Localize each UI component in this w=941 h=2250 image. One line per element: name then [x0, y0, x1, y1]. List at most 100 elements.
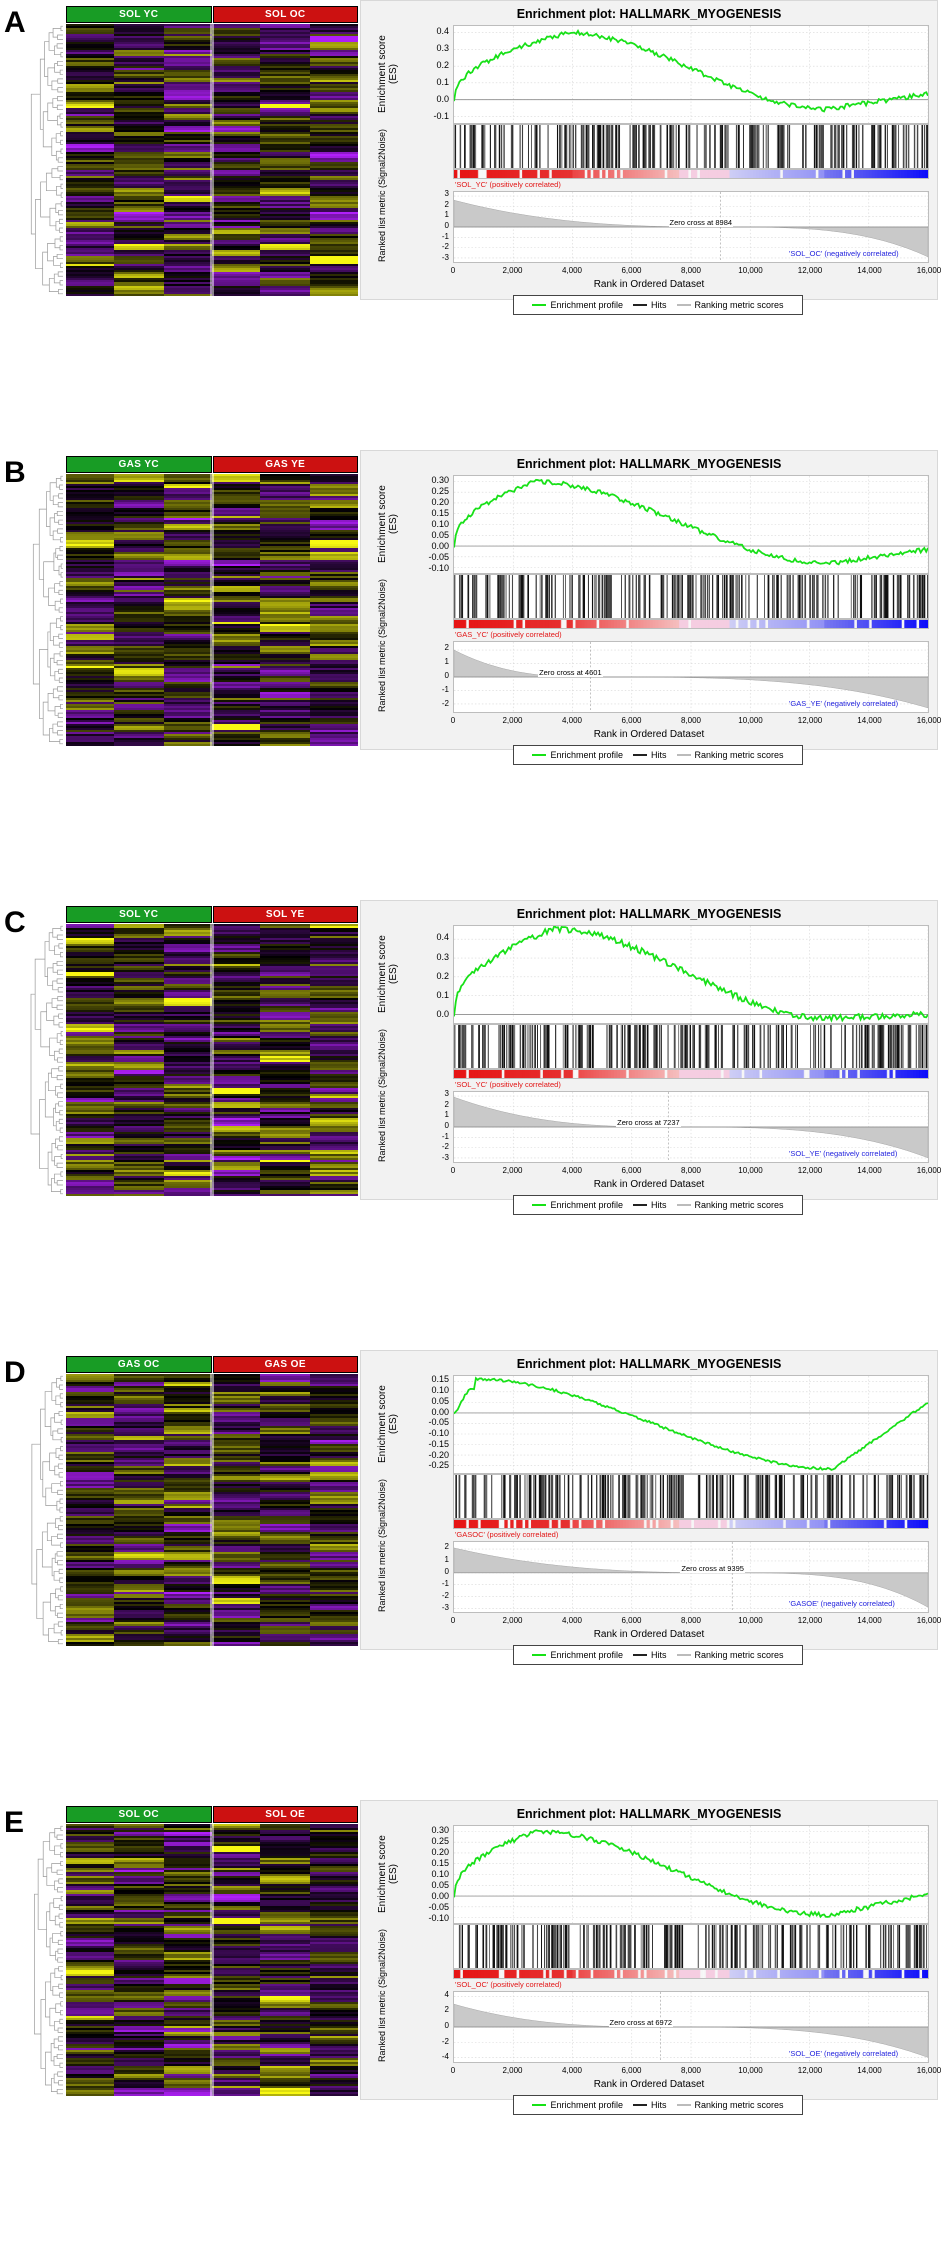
- group-label-left: GAS OC: [66, 1356, 212, 1373]
- rank-metric-axis-label: Ranked list metric (Signal2Noise): [377, 578, 387, 713]
- heatmap-group-headers: SOL OC SOL OE: [66, 1806, 358, 1823]
- x-axis-tick: 16,000: [916, 1616, 941, 1625]
- enrichment-score-plot: [453, 1825, 929, 1924]
- x-axis-tick: 16,000: [916, 2066, 941, 2075]
- zero-cross-annotation: Zero cross at 6972: [608, 2018, 674, 2027]
- es-y-tick: 0.25: [431, 485, 449, 496]
- legend-swatch-hits: [633, 754, 647, 756]
- gsea-title: Enrichment plot: HALLMARK_MYOGENESIS: [516, 1357, 782, 1371]
- x-axis-tick: 12,000: [797, 716, 823, 725]
- x-axis-tick: 10,000: [738, 266, 763, 275]
- rank-y-tick: 1: [444, 210, 449, 220]
- heatmap: SOL OCSOL OE210-1-2: [30, 1806, 376, 2096]
- es-y-tick: 0.05: [431, 529, 449, 540]
- es-y-tick: -0.05: [428, 1417, 449, 1428]
- rank-y-tick: 1: [444, 1554, 449, 1564]
- legend-label: Ranking metric scores: [694, 750, 784, 760]
- rank-y-tick: 2: [444, 643, 449, 653]
- es-y-tick: 0.4: [436, 25, 449, 36]
- legend-label: Enrichment profile: [550, 2100, 623, 2110]
- x-axis-label: Rank in Ordered Dataset: [593, 279, 705, 290]
- positive-correlation-label: 'GAS_YC' (positively correlated): [455, 630, 562, 639]
- correlation-color-bar: [453, 1519, 929, 1529]
- enrichment-score-plot: [453, 475, 929, 574]
- legend-item: Hits: [633, 300, 667, 310]
- legend-item: Enrichment profile: [532, 300, 623, 310]
- heatmap-group-headers: GAS YC GAS YE: [66, 456, 358, 473]
- gsea-plot: Enrichment plot: HALLMARK_MYOGENESIS Enri…: [360, 1350, 941, 1665]
- legend-swatch-hits: [633, 304, 647, 306]
- legend-swatch-ranking: [676, 304, 691, 306]
- group-label-right: GAS OE: [212, 1356, 358, 1373]
- legend-item: Hits: [633, 1200, 667, 1210]
- positive-correlation-label: 'SOL_YC' (positively correlated): [455, 1080, 561, 1089]
- group-label-left: GAS YC: [66, 456, 212, 473]
- es-y-tick: 0.4: [436, 932, 449, 943]
- rank-y-tick: 3: [444, 189, 449, 199]
- rank-y-tick: 4: [444, 1989, 449, 1999]
- legend-item: Enrichment profile: [532, 2100, 623, 2110]
- legend-swatch-ranking: [676, 754, 691, 756]
- negative-correlation-label: 'SOL_YE' (negatively correlated): [789, 1149, 898, 1158]
- x-axis-tick: 8,000: [680, 2066, 702, 2075]
- es-y-tick: 0.00: [431, 1406, 449, 1417]
- es-y-tick: 0.0: [436, 94, 449, 105]
- es-y-tick: -0.10: [428, 562, 449, 573]
- rank-y-tick: -3: [441, 1152, 449, 1162]
- x-axis-tick: 4,000: [561, 1166, 583, 1175]
- x-axis-tick: 10,000: [738, 716, 763, 725]
- es-y-tick: 0.00: [431, 540, 449, 551]
- legend-swatch-ranking: [676, 1654, 691, 1656]
- es-y-tick: 0.1: [436, 990, 449, 1001]
- heatmap-canvas: [66, 1374, 358, 1646]
- zero-cross-annotation: Zero cross at 4601: [538, 668, 603, 677]
- legend-label: Hits: [651, 1650, 667, 1660]
- dendrogram: [30, 474, 64, 746]
- x-axis-tick: 6,000: [621, 1616, 642, 1625]
- rank-y-tick: 1: [444, 657, 449, 667]
- group-label-left: SOL OC: [66, 1806, 212, 1823]
- rank-y-tick: -2: [441, 1591, 449, 1601]
- dendrogram: [30, 1374, 64, 1646]
- es-y-tick: 0.30: [431, 1824, 449, 1835]
- rank-y-tick: -1: [441, 1131, 449, 1141]
- x-axis-tick: 0: [450, 1166, 456, 1175]
- dendrogram: [30, 1824, 64, 2096]
- x-axis-tick: 4,000: [561, 266, 583, 275]
- group-label-right: GAS YE: [212, 456, 358, 473]
- es-y-tick: 0.20: [431, 1846, 449, 1857]
- x-axis-tick: 14,000: [857, 266, 882, 275]
- x-axis-tick: 4,000: [561, 1616, 583, 1625]
- zero-cross-annotation: Zero cross at 7237: [616, 1118, 681, 1127]
- x-axis-tick: 2,000: [502, 716, 523, 725]
- x-axis-tick: 2,000: [502, 266, 523, 275]
- es-axis-label: Enrichment score (ES): [377, 1385, 399, 1464]
- rank-y-tick: -4: [441, 2052, 449, 2062]
- es-axis-label: Enrichment score (ES): [377, 35, 399, 114]
- legend-item: Ranking metric scores: [676, 1650, 784, 1660]
- x-axis-tick: 8,000: [680, 266, 702, 275]
- dendrogram: [30, 924, 64, 1196]
- es-y-tick: 0.15: [431, 1857, 449, 1868]
- rank-y-tick: -1: [441, 684, 449, 694]
- legend-swatch-enrichment: [532, 1654, 547, 1656]
- rank-y-tick: 0: [444, 1566, 449, 1576]
- es-y-tick: 0.25: [431, 1835, 449, 1846]
- gsea-title: Enrichment plot: HALLMARK_MYOGENESIS: [516, 457, 782, 471]
- heatmap: SOL YCSOL YE210-1-2: [30, 906, 376, 1196]
- rank-y-tick: -1: [441, 1578, 449, 1588]
- x-axis-tick: 6,000: [621, 2066, 642, 2075]
- rank-y-tick: 3: [444, 1089, 449, 1099]
- enrichment-score-plot: [453, 1375, 929, 1474]
- rank-metric-axis-label: Ranked list metric (Signal2Noise): [377, 128, 387, 263]
- es-y-tick: -0.25: [428, 1460, 449, 1471]
- rank-y-tick: 2: [444, 199, 449, 209]
- panel-letter: A: [4, 6, 26, 39]
- rank-y-tick: -2: [441, 698, 449, 708]
- negative-correlation-label: 'GAS_YE' (negatively correlated): [789, 699, 899, 708]
- x-axis-tick: 10,000: [738, 2066, 763, 2075]
- positive-correlation-label: 'GASOC' (positively correlated): [455, 1530, 559, 1539]
- heatmap: GAS OCGAS OE210-1-2: [30, 1356, 376, 1646]
- legend-item: Hits: [633, 2100, 667, 2110]
- positive-correlation-label: 'SOL_OC' (positively correlated): [455, 1980, 562, 1989]
